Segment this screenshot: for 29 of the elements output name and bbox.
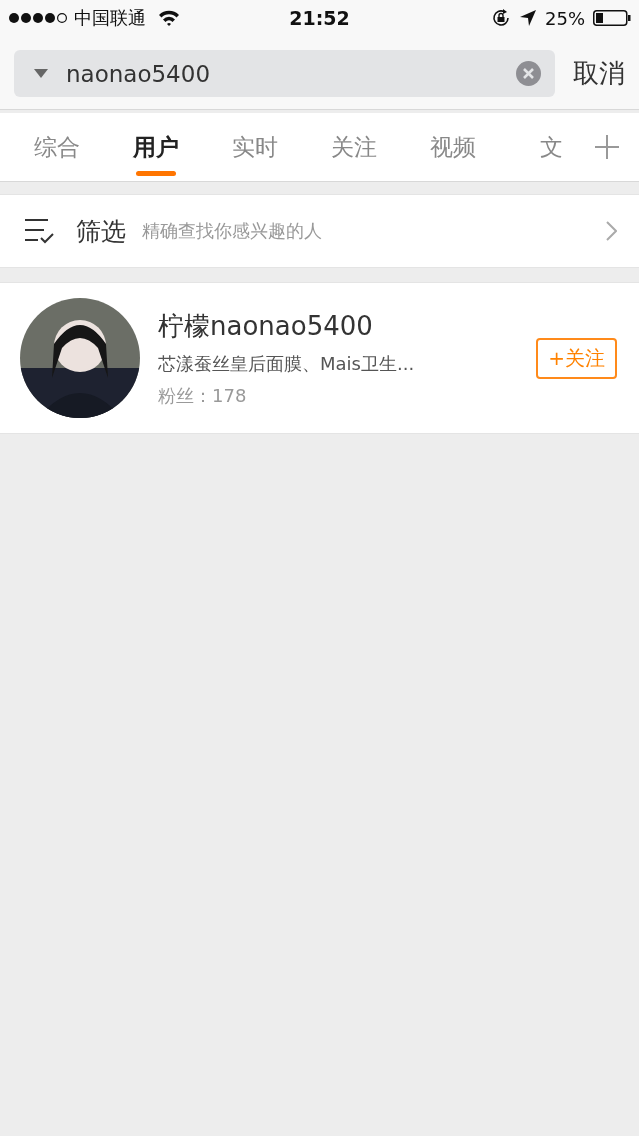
battery-percent: 25% <box>545 7 585 29</box>
cancel-button[interactable]: 取消 <box>573 56 625 91</box>
tab[interactable]: 视频 <box>396 113 495 181</box>
battery-icon <box>593 10 631 26</box>
user-row[interactable]: 柠檬naonao5400 芯漾蚕丝皇后面膜、Mais卫生... 粉丝：178 +关注 <box>0 282 639 434</box>
rotation-lock-icon <box>491 8 511 28</box>
tab[interactable]: 用户 <box>99 113 198 181</box>
tab[interactable]: 综合 <box>0 113 99 181</box>
location-arrow-icon <box>519 9 537 27</box>
clock-time: 21:52 <box>289 7 350 29</box>
tab[interactable]: 关注 <box>297 113 396 181</box>
add-icon[interactable] <box>595 135 619 159</box>
filter-title: 筛选 <box>76 215 126 248</box>
clear-icon[interactable] <box>516 61 541 86</box>
carrier-name: 中国联通 <box>74 6 146 30</box>
tab[interactable]: 文 <box>495 113 594 181</box>
dropdown-caret-icon[interactable] <box>34 69 48 78</box>
user-description: 芯漾蚕丝皇后面膜、Mais卫生... <box>158 351 416 376</box>
search-bar[interactable]: naonao5400 <box>14 50 555 97</box>
wifi-icon <box>158 10 180 26</box>
tab[interactable]: 实时 <box>198 113 297 181</box>
chevron-right-icon <box>606 221 617 241</box>
search-field[interactable]: naonao5400 <box>66 60 498 87</box>
filter-row[interactable]: 筛选 精确查找你感兴趣的人 <box>0 194 639 268</box>
follower-count: 粉丝：178 <box>158 383 248 408</box>
signal-icon <box>8 12 68 24</box>
filter-list-icon <box>24 218 54 244</box>
user-name[interactable]: 柠檬naonao5400 <box>158 308 537 344</box>
filter-hint: 精确查找你感兴趣的人 <box>142 219 323 243</box>
